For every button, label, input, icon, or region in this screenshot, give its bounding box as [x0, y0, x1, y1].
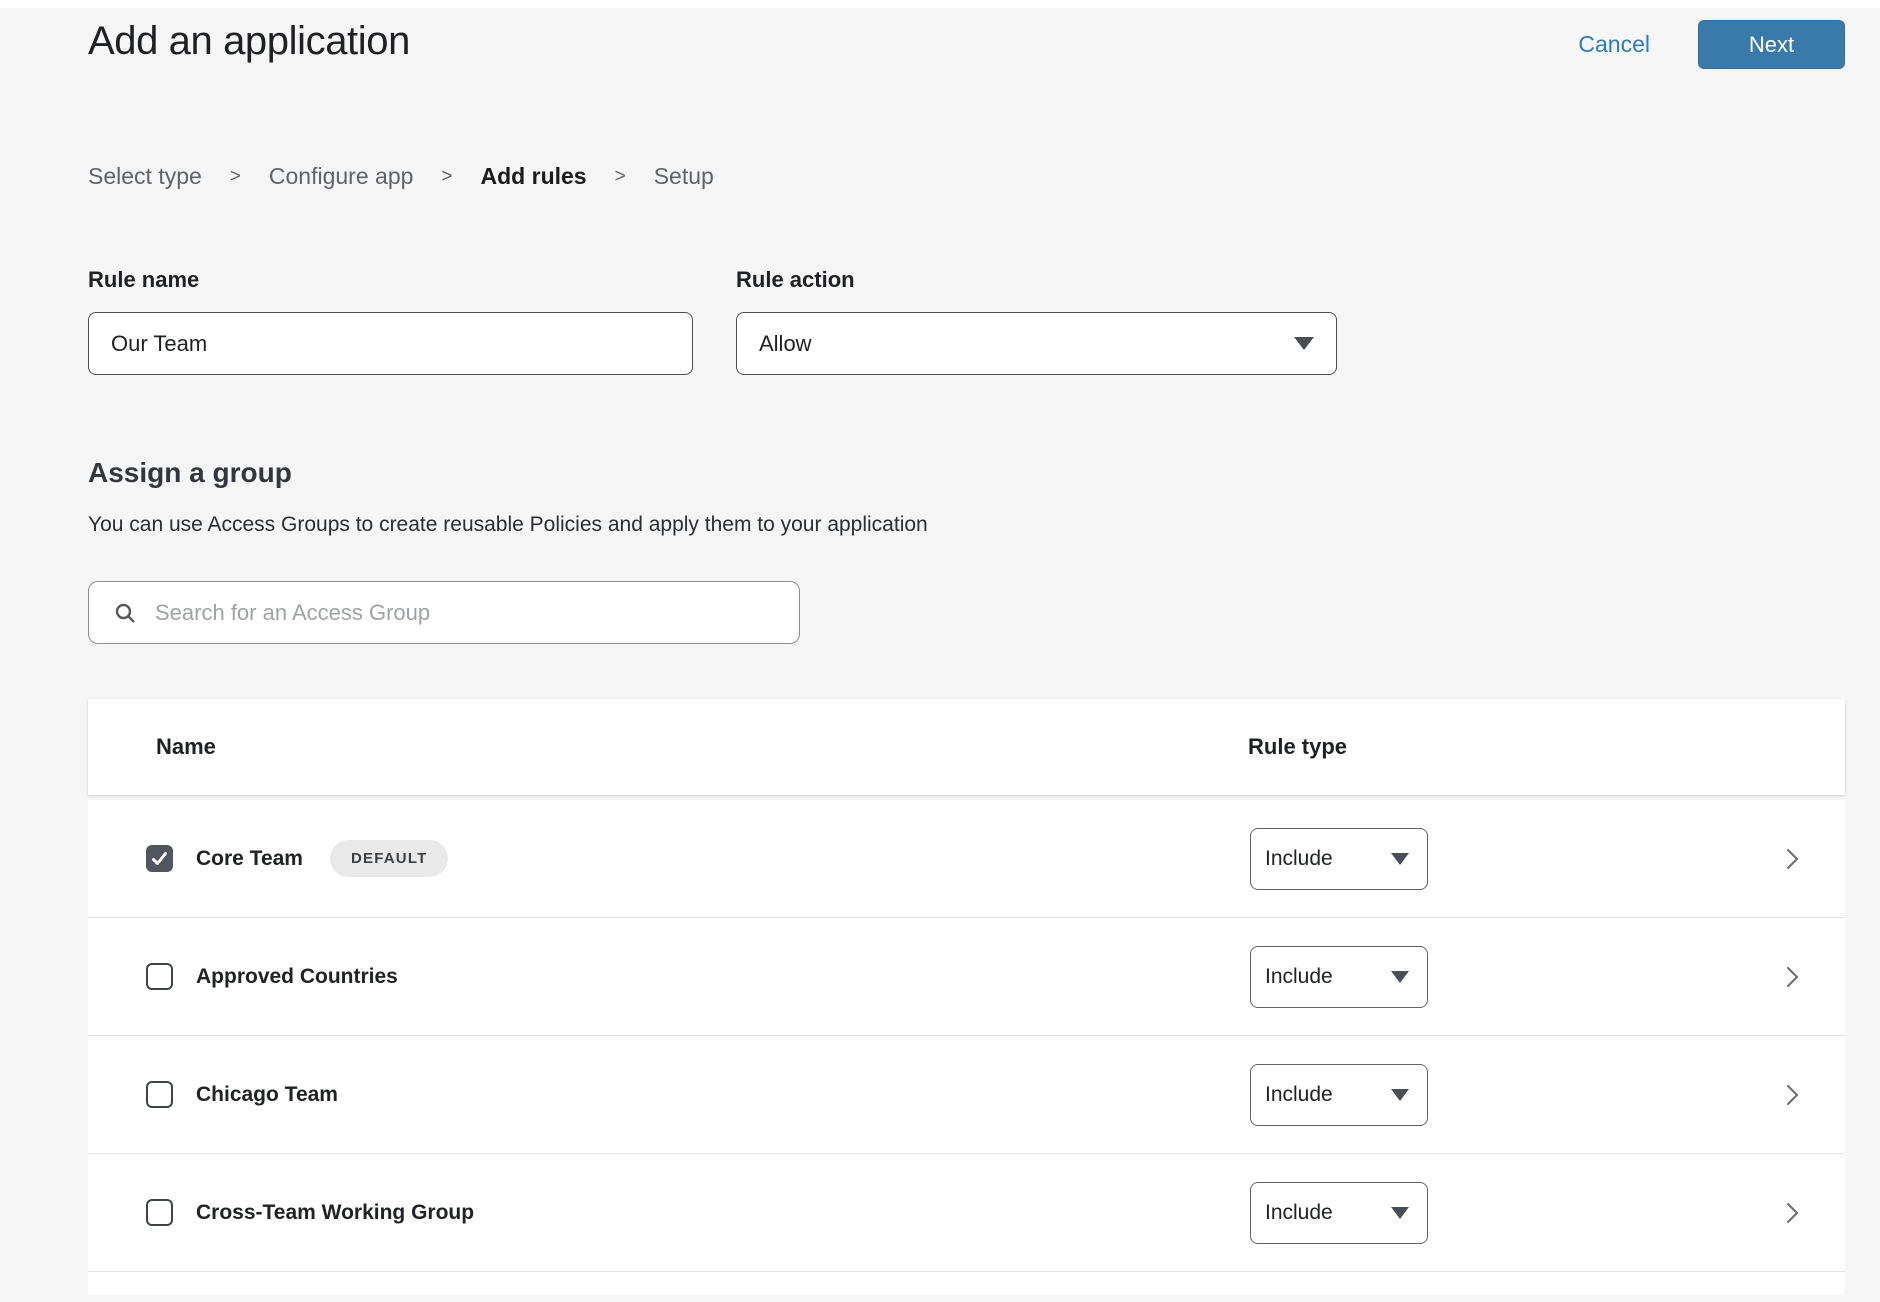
rule-name-label: Rule name	[88, 266, 693, 294]
chevron-down-icon	[1391, 853, 1409, 865]
groups-table: Name Rule type Core Team DEFAULT Include	[88, 699, 1845, 1295]
rule-fields: Rule name Rule action Allow	[88, 266, 1845, 375]
rule-type-selected-value: Include	[1265, 1201, 1333, 1225]
group-name-label: Core Team	[196, 847, 303, 871]
groups-table-rows: Core Team DEFAULT Include Approved Count…	[88, 800, 1845, 1295]
group-checkbox[interactable]	[146, 1199, 173, 1226]
rule-action-select[interactable]: Allow	[736, 312, 1337, 375]
page-header: Add an application Cancel Next	[88, 8, 1845, 69]
cancel-button[interactable]: Cancel	[1578, 31, 1650, 58]
search-input[interactable]	[153, 599, 787, 627]
chevron-right-icon[interactable]	[1780, 1083, 1804, 1107]
chevron-down-icon	[1391, 1207, 1409, 1219]
rule-type-selected-value: Include	[1265, 1083, 1333, 1107]
chevron-right-icon[interactable]	[1780, 1201, 1804, 1225]
chevron-down-icon	[1391, 1089, 1409, 1101]
search-icon	[113, 601, 137, 625]
rule-action-field-group: Rule action Allow	[736, 266, 1337, 375]
chevron-down-icon	[1391, 971, 1409, 983]
table-row[interactable]: Approved Countries Include	[88, 918, 1845, 1036]
access-group-search-box[interactable]	[88, 581, 800, 644]
rule-type-select[interactable]: Include	[1250, 828, 1428, 890]
table-row-partial	[88, 1272, 1845, 1295]
rule-type-selected-value: Include	[1265, 965, 1333, 989]
rule-name-control	[88, 312, 693, 375]
group-name-label: Chicago Team	[196, 1083, 338, 1107]
row-name-area: Core Team DEFAULT	[146, 840, 1250, 877]
rule-action-selected-value: Allow	[759, 331, 812, 357]
breadcrumb-step-configure-app[interactable]: Configure app	[269, 163, 414, 190]
groups-table-header: Name Rule type	[88, 699, 1845, 795]
next-button[interactable]: Next	[1698, 20, 1845, 69]
assign-group-heading: Assign a group	[88, 457, 1845, 489]
rule-type-select[interactable]: Include	[1250, 1064, 1428, 1126]
assign-group-description: You can use Access Groups to create reus…	[88, 513, 1845, 537]
table-row[interactable]: Core Team DEFAULT Include	[88, 800, 1845, 918]
group-checkbox[interactable]	[146, 1081, 173, 1108]
row-name-area: Approved Countries	[146, 963, 1250, 990]
table-row[interactable]: Chicago Team Include	[88, 1036, 1845, 1154]
breadcrumb-separator: >	[230, 166, 241, 188]
header-actions: Cancel Next	[1578, 20, 1845, 69]
row-name-area: Chicago Team	[146, 1081, 1250, 1108]
rule-type-select[interactable]: Include	[1250, 1182, 1428, 1244]
row-name-area: Cross-Team Working Group	[146, 1199, 1250, 1226]
group-name-label: Approved Countries	[196, 965, 398, 989]
breadcrumb: Select type > Configure app > Add rules …	[88, 163, 1845, 190]
breadcrumb-step-setup[interactable]: Setup	[654, 163, 714, 190]
column-header-name: Name	[156, 734, 1248, 760]
rule-type-selected-value: Include	[1265, 847, 1333, 871]
rule-name-field-group: Rule name	[88, 266, 693, 375]
breadcrumb-step-select-type[interactable]: Select type	[88, 163, 202, 190]
group-checkbox[interactable]	[146, 845, 173, 872]
chevron-down-icon	[1294, 337, 1314, 350]
rule-action-label: Rule action	[736, 266, 1337, 294]
rule-name-input[interactable]	[111, 331, 670, 357]
breadcrumb-separator: >	[441, 166, 452, 188]
group-checkbox[interactable]	[146, 963, 173, 990]
column-header-rule-type: Rule type	[1248, 734, 1347, 760]
breadcrumb-separator: >	[615, 166, 626, 188]
default-badge: DEFAULT	[330, 840, 448, 877]
rule-type-select[interactable]: Include	[1250, 946, 1428, 1008]
page-title: Add an application	[88, 16, 410, 66]
add-application-page: Add an application Cancel Next Select ty…	[0, 8, 1880, 1295]
table-row[interactable]: Cross-Team Working Group Include	[88, 1154, 1845, 1272]
top-white-strip	[0, 0, 1880, 8]
breadcrumb-step-add-rules: Add rules	[481, 163, 587, 190]
group-name-label: Cross-Team Working Group	[196, 1201, 474, 1225]
chevron-right-icon[interactable]	[1780, 965, 1804, 989]
chevron-right-icon[interactable]	[1780, 847, 1804, 871]
checkmark-icon	[150, 849, 169, 868]
